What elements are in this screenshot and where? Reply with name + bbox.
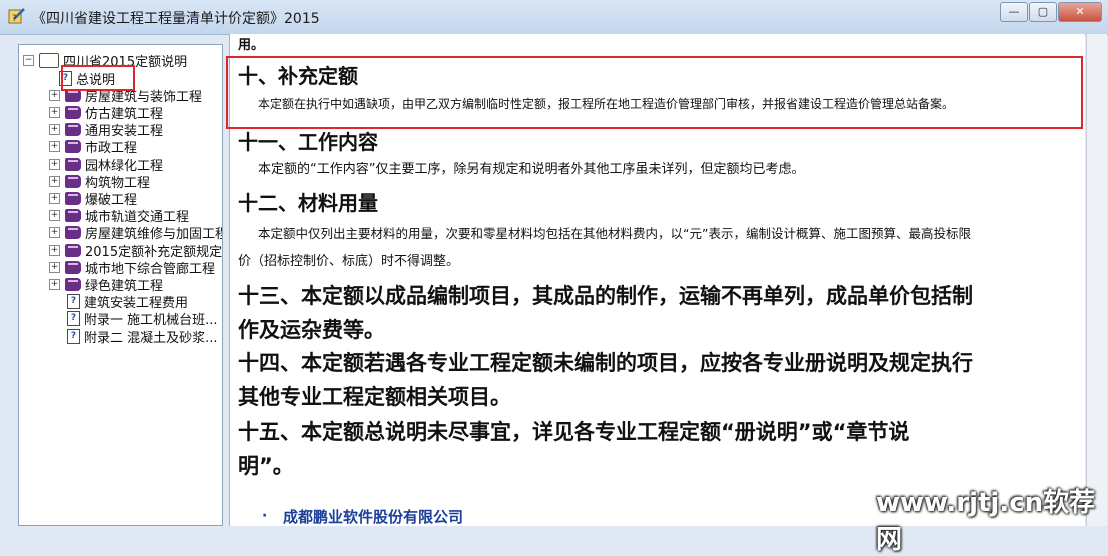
tree-item[interactable]: + 构筑物工程 [49,172,151,191]
window-controls: — ▢ ✕ [1000,2,1102,22]
expand-icon[interactable]: + [49,210,60,222]
tree-item-label: 仿古建筑工程 [85,106,164,122]
navigation-tree: − 四川省2015定额说明 ? 总说明 + 房屋建筑与装饰工程 + 仿古建筑工程 + 通用安装… [18,44,223,526]
tree-item-label: 建筑安装工程费用 [84,296,189,312]
section-15-line-1: 十五、本定额总说明未尽事宜，详见各专业工程定额“册说明”或“章节说 [238,420,910,444]
tree-item[interactable]: ? 附录一 施工机械台班... [67,310,218,328]
help-page-icon: ? [67,311,80,327]
tree-item-label: 通用安装工程 [85,124,164,140]
tree-item-label: 附录一 施工机械台班... [84,313,218,329]
expand-icon[interactable]: + [49,106,60,118]
tree-item[interactable]: + 通用安装工程 [49,121,163,139]
book-icon [65,226,81,240]
section-15-line-2: 明”。 [238,454,294,478]
tree-item[interactable]: + 市政工程 [49,138,137,156]
close-button[interactable]: ✕ [1058,2,1102,22]
book-icon [65,209,81,223]
tree-item[interactable]: + 爆破工程 [49,189,138,208]
tree-item-label: 2015定额补充定额规定 [85,244,223,260]
section-11-title: 十一、工作内容 [238,130,378,154]
book-icon [65,157,81,171]
company-name: 成都鹏业软件股份有限公司 [283,508,464,526]
tree-item-label: 房屋建筑维修与加固工程 [85,227,223,243]
help-page-icon: ? [67,328,80,344]
tree-item[interactable]: ? 附录二 混凝土及砂浆... [67,327,218,346]
expand-icon[interactable]: + [49,192,60,204]
section-12-body-1: 本定额中仅列出主要材料的用量，次要和零星材料均包括在其他材料费内，以“元”表示，… [258,226,971,241]
expand-icon[interactable]: + [49,278,60,290]
tree-item[interactable]: + 仿古建筑工程 [49,103,164,122]
tree-item[interactable]: + 城市轨道交通工程 [49,207,189,225]
tree-item[interactable]: + 城市地下综合管廊工程 [49,258,216,277]
tree-item-label: 爆破工程 [85,192,138,208]
watermark: www.rjtj.cn软荐网 [876,488,1096,555]
window-title: 《四川省建设工程工程量清单计价定额》2015 [32,11,320,27]
tree-item-label: 市政工程 [85,141,138,157]
section-12-title: 十二、材料用量 [238,191,378,215]
help-page-icon: ? [67,294,80,310]
book-icon [65,105,81,119]
top-fragment: 用。 [238,38,265,53]
section-12-body-2: 价（招标控制价、标底）时不得调整。 [238,254,460,269]
tree-item[interactable]: + 园林绿化工程 [49,155,164,174]
company-bullet: · [262,508,268,524]
book-icon [65,277,81,291]
book-icon [65,123,81,137]
app-icon: ? [8,8,25,24]
section-14-line-1: 十四、本定额若遇各专业工程定额未编制的项目，应按各专业册说明及规定执行 [238,351,973,375]
book-icon [65,243,81,257]
tree-item-label: 附录二 混凝土及砂浆... [84,330,218,346]
highlight-box-section-10 [226,56,1083,129]
tree-item-label: 园林绿化工程 [85,158,164,174]
section-14-line-2: 其他专业工程定额相关项目。 [238,385,511,409]
expand-icon[interactable]: + [49,124,60,136]
svg-text:?: ? [12,14,17,24]
tree-item-label: 城市地下综合管廊工程 [85,261,216,277]
expand-icon[interactable]: + [49,175,60,187]
maximize-button[interactable]: ▢ [1029,2,1057,22]
book-icon [65,174,81,188]
vertical-scrollbar[interactable] [1086,34,1107,526]
expand-icon[interactable]: + [49,89,60,101]
tree-item-label: 构筑物工程 [85,175,151,191]
expand-icon[interactable]: + [49,158,60,170]
book-icon [65,191,81,205]
tree-item[interactable]: + 绿色建筑工程 [49,275,164,294]
tree-item-label: 城市轨道交通工程 [85,210,190,226]
section-13-line-1: 十三、本定额以成品编制项目，其成品的制作，运输不再单列，成品单价包括制 [238,284,973,308]
collapse-icon[interactable]: − [23,54,34,66]
tree-item[interactable]: +2015定额补充定额规定 [49,241,223,260]
title-bar: ? 《四川省建设工程工程量清单计价定额》2015 — ▢ ✕ [0,0,1108,35]
section-11-body: 本定额的“工作内容”仅主要工序，除另有规定和说明者外其他工序虽未详列，但定额均已… [258,162,805,177]
section-13-line-2: 作及运杂费等。 [238,318,385,342]
book-icon [65,140,81,154]
minimize-button[interactable]: — [1000,2,1028,22]
book-icon [65,260,81,274]
tree-item-label: 绿色建筑工程 [85,278,164,294]
expand-icon[interactable]: + [49,141,60,153]
expand-icon[interactable]: + [49,244,60,256]
expand-icon[interactable]: + [49,227,60,239]
tree-item[interactable]: ? 建筑安装工程费用 [67,293,188,311]
expand-icon[interactable]: + [49,261,60,273]
tree-item[interactable]: + 房屋建筑维修与加固工程 [49,224,223,243]
highlight-box [61,65,135,91]
open-book-icon [39,52,59,68]
